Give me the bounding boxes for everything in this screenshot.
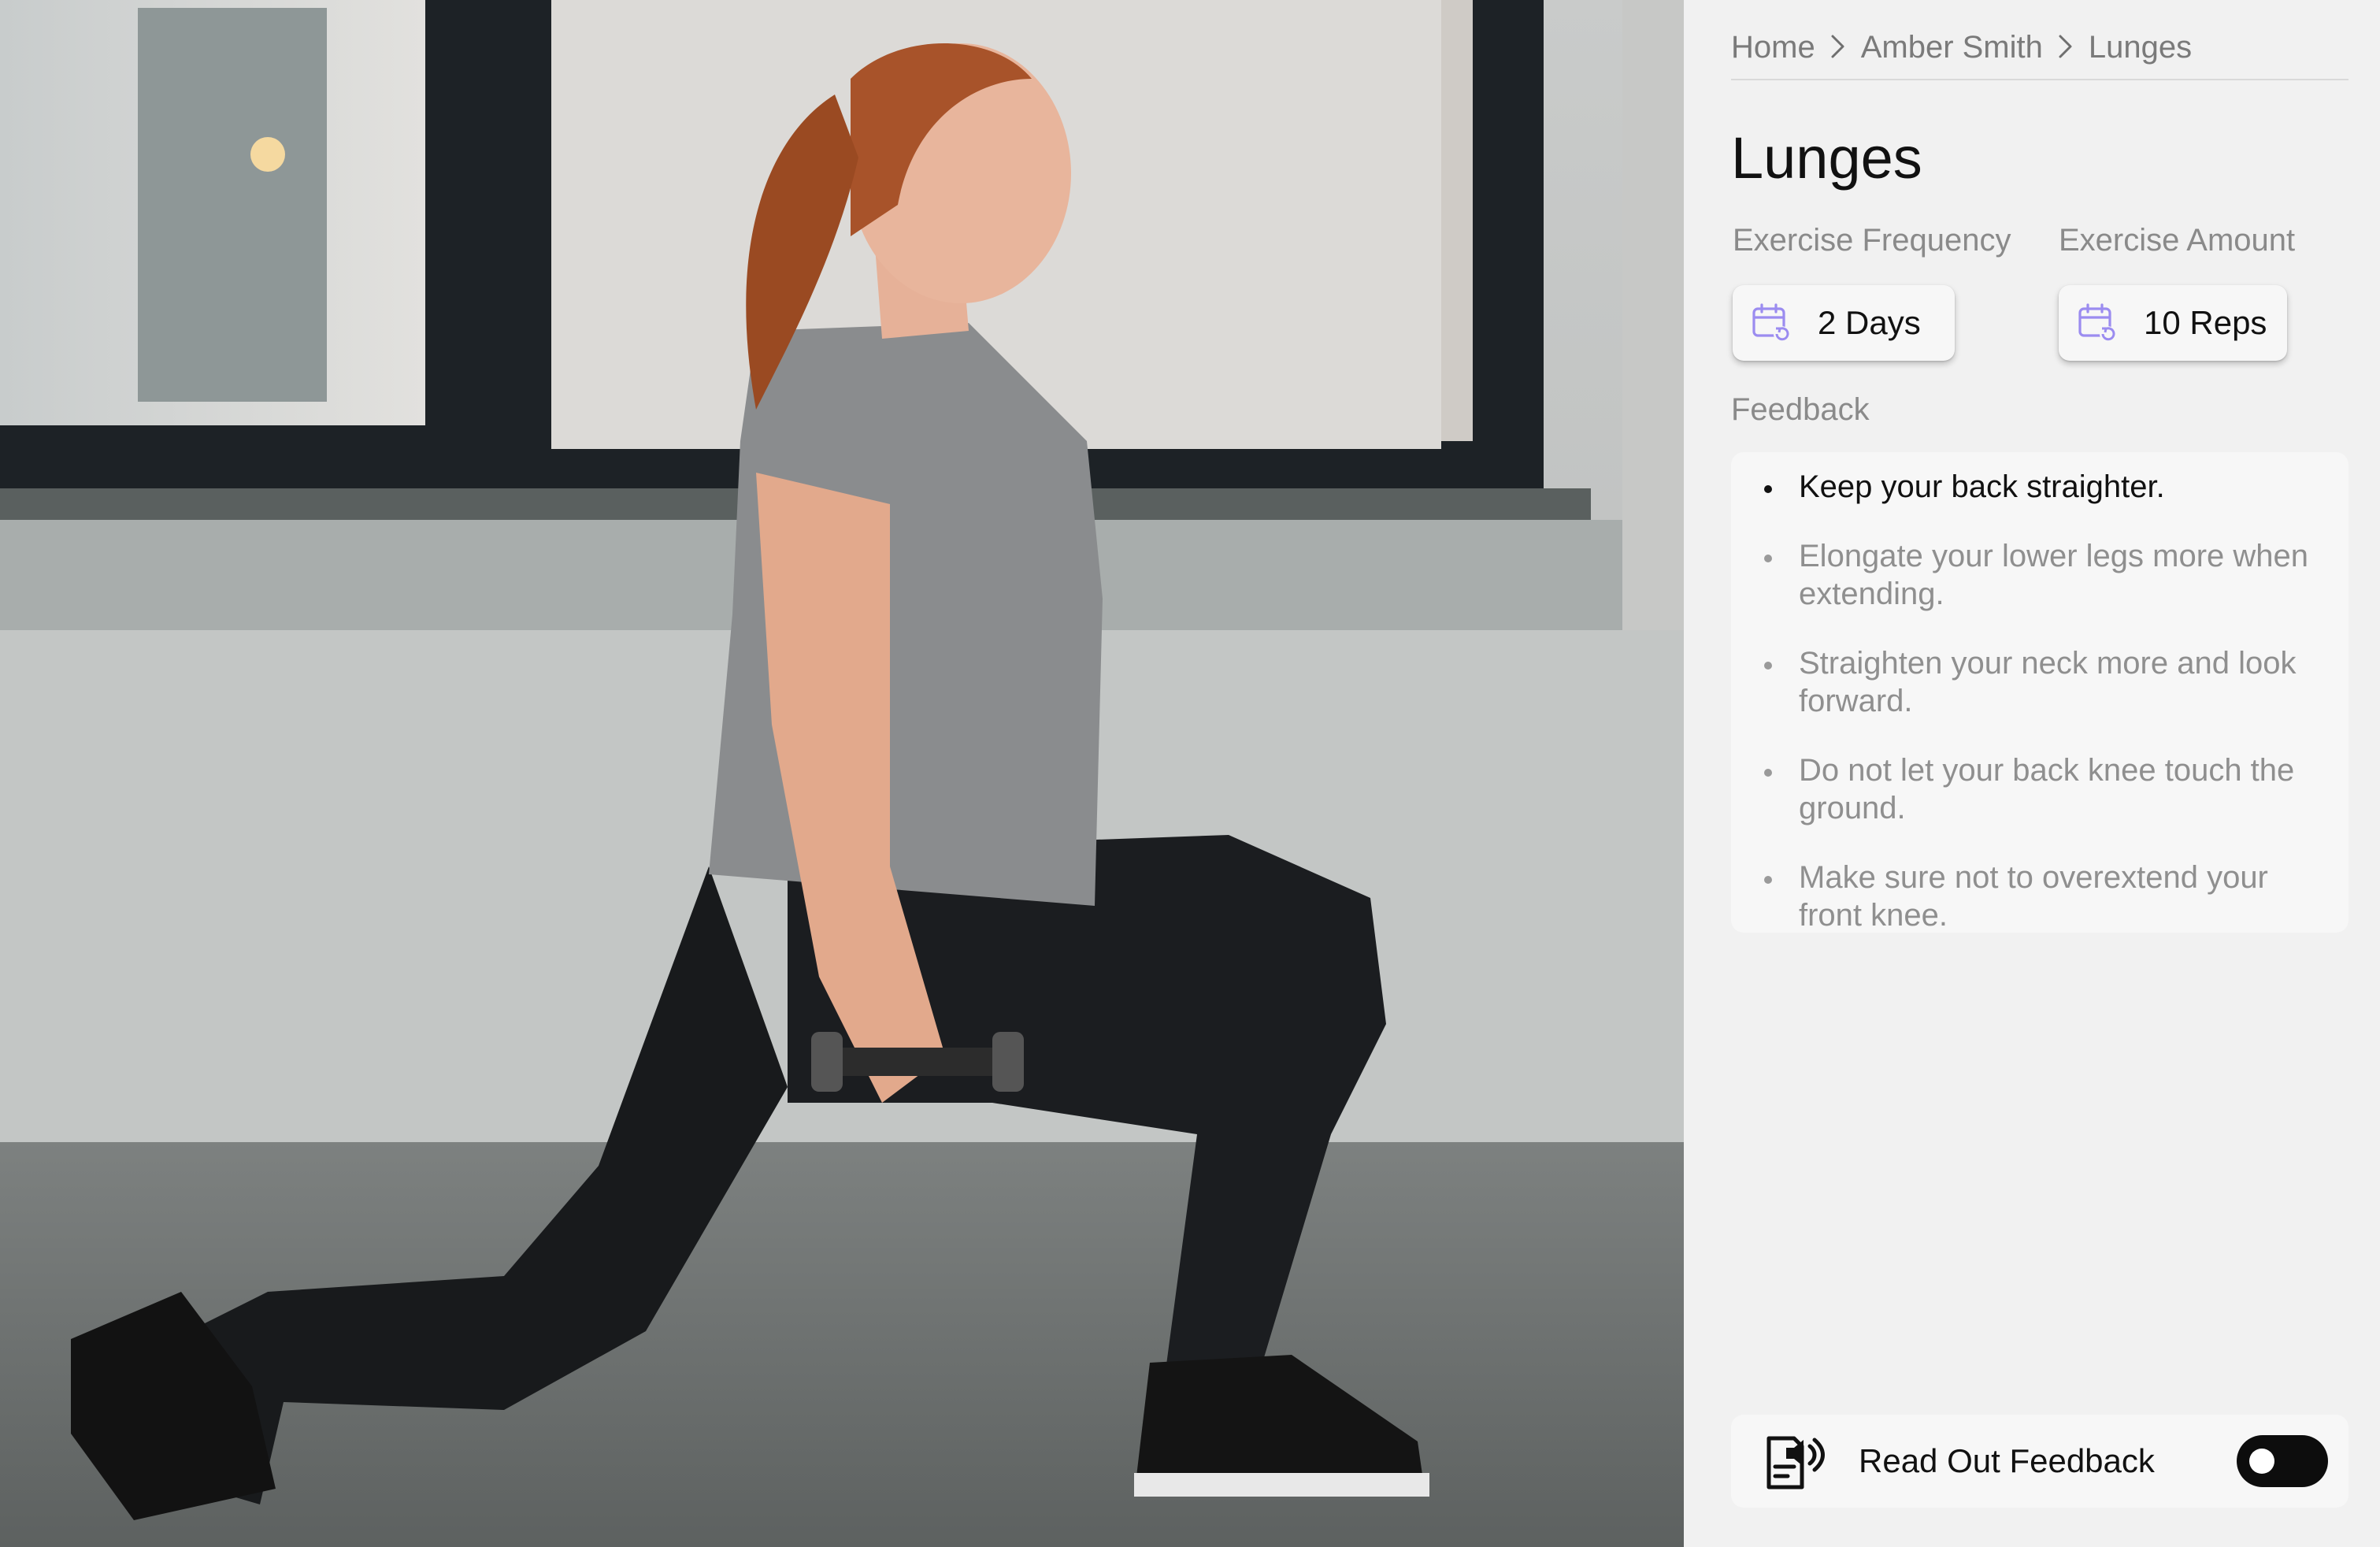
chevron-right-icon xyxy=(2043,30,2089,65)
breadcrumb-current: Lunges xyxy=(2088,30,2193,65)
calendar-repeat-icon xyxy=(1752,303,1789,342)
amount-value: 10 Reps xyxy=(2144,304,2267,341)
breadcrumb-client[interactable]: Amber Smith xyxy=(1861,30,2043,65)
feedback-item: Straighten your neck more and look forwa… xyxy=(1764,644,2317,720)
exercise-detail-panel: Home Amber Smith Lunges Lunges Exercise … xyxy=(1684,0,2380,1547)
feedback-item: Elongate your lower legs more when exten… xyxy=(1764,537,2317,613)
page-title: Lunges xyxy=(1731,125,1922,191)
frequency-value: 2 Days xyxy=(1818,304,1921,341)
feedback-label: Feedback xyxy=(1731,392,1870,427)
breadcrumb-home[interactable]: Home xyxy=(1731,30,1815,65)
chevron-right-icon xyxy=(1815,30,1861,65)
document-speaker-icon xyxy=(1766,1436,1825,1489)
feedback-item: Make sure not to overextend your front k… xyxy=(1764,859,2317,934)
feedback-item: Keep your back straighter. xyxy=(1764,468,2317,506)
toggle-knob xyxy=(2249,1449,2274,1474)
breadcrumb: Home Amber Smith Lunges xyxy=(1731,30,2348,80)
feedback-list: Keep your back straighter. Elongate your… xyxy=(1731,452,2348,933)
feedback-item: Do not let your back knee touch the grou… xyxy=(1764,751,2317,827)
read-out-feedback-label: Read Out Feedback xyxy=(1859,1442,2155,1479)
frequency-label: Exercise Frequency xyxy=(1733,223,2011,258)
woman-doing-lunges-image xyxy=(0,0,1684,1547)
calendar-repeat-icon xyxy=(2078,303,2115,342)
amount-selector[interactable]: 10 Reps xyxy=(2059,285,2287,361)
read-out-feedback-row: Read Out Feedback xyxy=(1731,1415,2348,1508)
frequency-selector[interactable]: 2 Days xyxy=(1733,285,1955,361)
exercise-photo xyxy=(0,0,1684,1547)
amount-label: Exercise Amount xyxy=(2059,223,2296,258)
read-out-feedback-toggle[interactable] xyxy=(2237,1435,2328,1487)
